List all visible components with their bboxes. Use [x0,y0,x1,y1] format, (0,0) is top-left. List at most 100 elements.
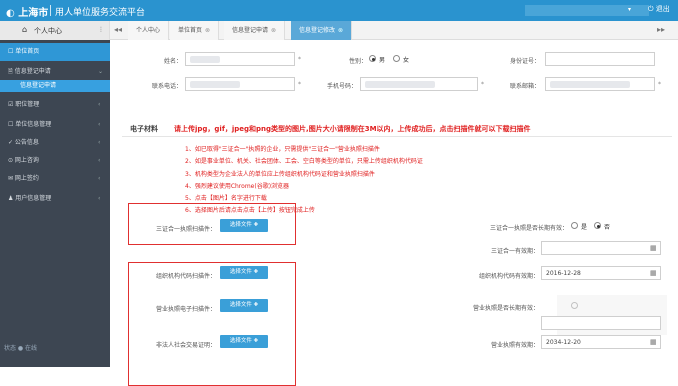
app-title: 用人单位服务交流平台 [55,8,146,18]
three-in-one-no-label: 否 [604,224,611,231]
sidebar-item-label: ⊙ 网上咨询 [8,157,39,164]
sidebar-item-unit-home[interactable]: ☐ 单位首页 [0,43,110,61]
sidebar-item-label: 🗎 信息登记申请 [8,68,51,75]
id-number-label: 身份证号： [509,58,540,65]
sidebar-subitem-info-apply[interactable]: 信息登记申请 [0,80,110,92]
tab-scroll-left-icon[interactable]: ◂◂ [114,25,122,34]
phone-input[interactable] [185,77,295,91]
personal-center-label: 个人中心 [34,27,62,35]
license-label: 营业执照电子扫描件： [155,306,216,313]
name-value-blurred [190,56,220,63]
org-code-date-label: 组织机构代码有效期： [478,273,539,280]
email-value-blurred [550,81,630,88]
required-mark: * [298,81,301,88]
main-content: 姓名： * 性别： 男 女 身份证号： 联系电话： * 手机号码： * 联系邮箱… [112,40,678,386]
chevron-left-icon: ‹ [98,101,101,108]
calendar-icon[interactable]: ▦ [650,338,657,346]
sidebar-item-online-contract[interactable]: ✉ 网上签约 ‹ [0,170,110,188]
tab-unit-home[interactable]: 单位首页 ⊗ [170,21,220,40]
tab-label: 信息登记修改 [299,27,336,34]
id-number-input[interactable] [545,52,655,66]
calendar-icon[interactable]: ▦ [650,269,657,277]
sidebar-item-job-management[interactable]: ☑ 职位管理 ‹ [0,96,110,114]
email-input[interactable] [545,77,655,91]
tab-info-apply[interactable]: 信息登记申请 ⊗ [224,21,286,40]
personal-center-header[interactable]: ⌂ 个人中心 ⫶ [0,21,110,40]
close-icon[interactable]: ⊗ [271,27,276,34]
logo-divider [50,5,51,16]
note-item: 3、机构类型为企业法人的单位应上传组织机构代码证和营业执照扫描件 [185,170,375,178]
sidebar-item-label: ♟ 用户信息管理 [8,195,52,202]
org-code-date-value: 2016-12-28 [546,270,581,277]
note-item: 2、如是事业单位、机关、社会团体、工会、空白等类型的单位，只需上传组织机构代码证 [185,158,423,166]
sidebar: ☐ 单位首页 🗎 信息登记申请 ⌄ 信息登记申请 ☑ 职位管理 ‹ ☐ 单位信息管理… [0,40,110,367]
mobile-label: 手机号码： [326,83,357,90]
online-status: 状态 ● 在线 [4,345,38,352]
close-icon[interactable]: ⊗ [205,27,210,34]
email-label: 联系邮箱： [509,83,540,90]
chevron-left-icon: ‹ [98,157,101,164]
sidebar-item-user-management[interactable]: ♟ 用户信息管理 ‹ [0,190,110,208]
required-mark: * [298,56,301,63]
chevron-down-icon: ⌄ [98,68,104,75]
home-icon: ⌂ [22,25,28,34]
sidebar-item-announcements[interactable]: ✓ 公告信息 ‹ [0,134,110,152]
chevron-left-icon: ‹ [98,195,101,202]
tab-label: 个人中心 [136,27,161,34]
sidebar-toggle-icon[interactable]: ⫶ [100,26,102,35]
gender-female-radio[interactable] [393,55,400,62]
logo-text: 上海市 [18,8,49,19]
sidebar-item-label: ✉ 网上签约 [8,175,39,182]
user-dropdown-chevron-icon[interactable]: ▾ [628,6,631,13]
tab-scroll-right-icon[interactable]: ▸▸ [657,25,665,34]
required-mark: * [658,81,661,88]
note-item: 1、如已取得"三证合一"执照的企业，只需提供"三证合一"营业执照扫描件 [185,146,380,153]
three-in-one-date-label: 三证合一有效期： [490,248,539,255]
license-upload-button[interactable]: 选择文件 ✚ [220,299,268,312]
name-label: 姓名： [163,58,182,65]
note-item: 4、强烈建议使用Chrome(谷歌)浏览器 [185,182,290,190]
mobile-value-blurred [365,81,435,88]
gender-male-radio[interactable] [369,55,376,62]
three-in-one-date-input[interactable] [541,241,661,255]
top-bar: ◐ 上海市 用人单位服务交流平台 ▾ ⏻ 退出 [0,0,678,21]
logo-mark-icon: ◐ [6,8,15,19]
three-in-one-yes-label: 是 [581,224,588,231]
sidebar-item-label: ☑ 职位管理 [8,101,40,108]
gender-label: 性别： [348,58,367,65]
tab-label: 信息登记申请 [232,27,269,34]
sidebar-item-info-register[interactable]: 🗎 信息登记申请 ⌄ [0,63,110,81]
license-date-value: 2034-12-20 [546,339,581,346]
mobile-input[interactable] [360,77,478,91]
gender-female-label: 女 [403,57,410,64]
chevron-left-icon: ‹ [98,175,101,182]
power-icon: ⏻ [648,5,654,13]
tab-label: 单位首页 [178,27,203,34]
calendar-icon[interactable]: ▦ [650,244,657,252]
three-in-one-yes-radio[interactable] [571,222,578,229]
legal-person-label: 非法人社会交易证明： [155,342,216,349]
sidebar-item-label: ☐ 单位信息管理 [8,121,52,128]
tab-info-edit[interactable]: 信息登记修改 ⊗ [291,21,353,40]
section-title: 电子材料 [130,125,158,133]
legal-person-upload-button[interactable]: 选择文件 ✚ [220,335,268,348]
chevron-left-icon: ‹ [98,139,101,146]
app-logo: ◐ 上海市 [6,4,48,19]
tab-personal-center[interactable]: 个人中心 [128,21,170,40]
org-code-upload-button[interactable]: 选择文件 ✚ [220,266,268,279]
sidebar-item-unit-info[interactable]: ☐ 单位信息管理 ‹ [0,116,110,134]
exit-label: 退出 [655,5,670,13]
three-in-one-upload-button[interactable]: 选择文件 ✚ [220,219,268,232]
license-extra-input[interactable] [541,316,661,330]
org-code-label: 组织机构代码扫描件： [155,273,216,280]
license-expiry-label: 营业执照是否长期有效： [472,305,539,312]
required-mark: * [481,81,484,88]
three-in-one-no-radio[interactable] [594,222,601,229]
exit-button[interactable]: ⏻ 退出 [648,4,670,14]
sidebar-item-online-consult[interactable]: ⊙ 网上咨询 ‹ [0,152,110,170]
sidebar-item-label: 信息登记申请 [20,82,57,89]
name-input[interactable] [185,52,295,66]
chevron-left-icon: ‹ [98,121,101,128]
close-icon[interactable]: ⊗ [338,27,343,34]
tab-bar: ⌂ 个人中心 ⫶ ◂◂ 个人中心 单位首页 ⊗ 信息登记申请 ⊗ 信息登记修改 ⊗ ▸… [0,21,678,40]
